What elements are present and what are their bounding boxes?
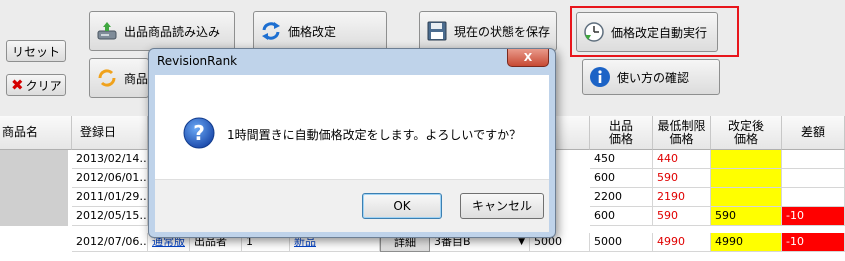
question-icon: ? — [183, 117, 215, 149]
ok-button[interactable]: OK — [362, 193, 442, 219]
auto-revision-button[interactable]: 価格改定自動実行 — [576, 12, 718, 52]
cell-date: 2012/05/15… — [72, 207, 148, 226]
red-x-icon: ✖ — [11, 76, 24, 94]
cell-min-price: 440 — [653, 150, 711, 169]
cell-listed-price: 450 — [590, 150, 653, 169]
cell-min-price: 2190 — [653, 188, 711, 207]
cell-min-price: 590 — [653, 169, 711, 188]
cell-min-price: 590 — [653, 207, 711, 226]
cell-revised-price: 590 — [711, 207, 782, 226]
header-registered-date[interactable]: 登録日 — [72, 116, 148, 150]
clear-label: クリア — [25, 78, 62, 93]
cell-listed-price: 2200 — [590, 188, 653, 207]
cell-listed-price: 5000 — [590, 233, 653, 252]
price-revision-label: 価格改定 — [288, 24, 337, 39]
dialog-message: 1時間置きに自動価格改定をします。よろしいですか？ — [227, 128, 522, 142]
cell-revised-price — [711, 169, 782, 188]
clear-button[interactable]: ✖ クリア — [6, 74, 66, 96]
load-products-label: 出品商品読み込み — [124, 24, 221, 39]
clock-icon — [584, 22, 604, 42]
floppy-disk-icon — [427, 21, 447, 41]
cell-diff: -10 — [782, 233, 845, 252]
ok-label: OK — [393, 199, 411, 213]
header-product-name[interactable]: 商品名 — [0, 116, 72, 150]
cell-listed-price: 600 — [590, 169, 653, 188]
header-revised-price[interactable]: 改定後 価格 — [711, 116, 782, 150]
hard-drive-icon — [97, 22, 117, 40]
dialog-title: RevisionRank — [157, 54, 238, 68]
cell-diff — [782, 150, 845, 169]
load-products-button[interactable]: 出品商品読み込み — [89, 11, 235, 51]
reset-label: リセット — [11, 44, 60, 59]
save-state-button[interactable]: 現在の状態を保存 — [419, 11, 557, 51]
cancel-label: キャンセル — [471, 199, 532, 213]
cell-min-price: 4990 — [653, 233, 711, 252]
cancel-button[interactable]: キャンセル — [460, 193, 544, 219]
product-button[interactable]: 商品 — [89, 58, 149, 98]
cell-diff — [782, 188, 845, 207]
dialog-close-button[interactable]: X — [507, 49, 549, 67]
cell-date: 2012/07/06… — [72, 233, 148, 252]
sync-arrows-icon — [262, 22, 280, 40]
dialog-body: ? 1時間置きに自動価格改定をします。よろしいですか？ — [155, 75, 549, 179]
header-listed-price[interactable]: 出品 価格 — [590, 116, 653, 150]
cell-revised-price — [711, 150, 782, 169]
dialog-footer: OK キャンセル — [155, 179, 549, 232]
svg-text:?: ? — [193, 121, 205, 145]
reset-button[interactable]: リセット — [6, 40, 66, 62]
product-label: 商品 — [124, 71, 149, 86]
how-to-label: 使い方の確認 — [617, 70, 690, 85]
how-to-button[interactable]: 使い方の確認 — [582, 59, 720, 95]
header-diff[interactable]: 差額 — [782, 116, 845, 150]
cell-revised-price — [711, 188, 782, 207]
refresh-icon — [98, 69, 116, 87]
cell-date: 2011/01/29… — [72, 188, 148, 207]
cell-date: 2012/06/01… — [72, 169, 148, 188]
product-thumbnail — [0, 150, 68, 226]
cell-diff: -10 — [782, 207, 845, 226]
cell-revised-price: 4990 — [711, 233, 782, 252]
confirm-dialog: RevisionRank X ? 1時間置きに自動価格改定をします。よろしいです… — [148, 48, 556, 238]
info-icon — [590, 67, 610, 87]
cell-date: 2013/02/14… — [72, 150, 148, 169]
cell-listed-price: 600 — [590, 207, 653, 226]
price-revision-button[interactable]: 価格改定 — [253, 11, 387, 51]
cell-diff — [782, 169, 845, 188]
save-state-label: 現在の状態を保存 — [454, 24, 551, 39]
close-icon: X — [523, 51, 533, 64]
header-min-price[interactable]: 最低制限 価格 — [653, 116, 711, 150]
auto-revision-label: 価格改定自動実行 — [611, 25, 708, 40]
